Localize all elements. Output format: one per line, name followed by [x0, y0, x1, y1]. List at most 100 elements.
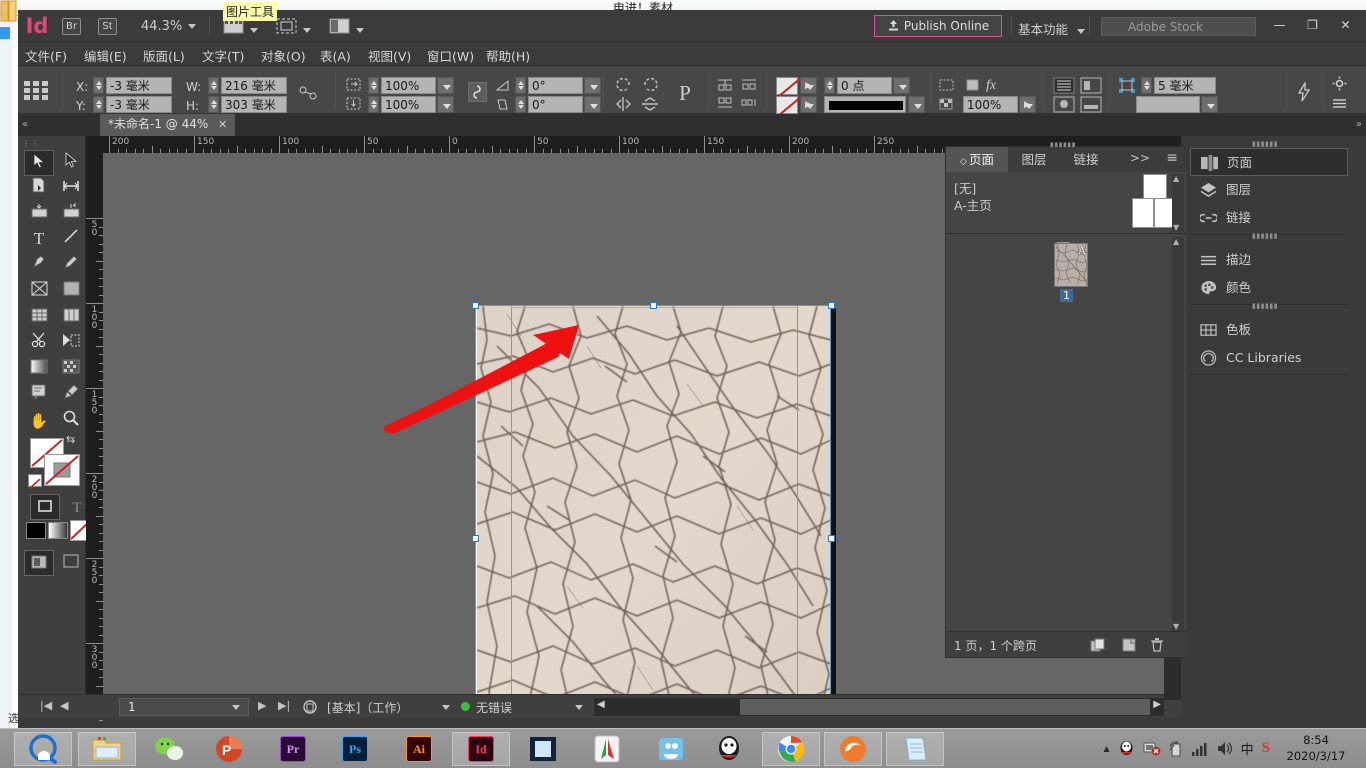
menu-file[interactable]: 文件(F) [25, 46, 67, 65]
default-fill-stroke-icon[interactable] [28, 474, 42, 487]
y-field[interactable]: -3 毫米 [106, 96, 172, 113]
handle-top-left[interactable] [472, 302, 479, 309]
handle-top-right[interactable] [828, 302, 835, 309]
taskbar-illustrator-app[interactable]: Ai [390, 732, 448, 766]
scale-x-field[interactable]: 100% [381, 77, 436, 94]
flip-vertical-icon[interactable] [641, 96, 659, 112]
gap-tool[interactable] [56, 175, 86, 201]
free-transform-tool[interactable] [24, 304, 54, 330]
error-status-chevron-down-icon[interactable] [575, 705, 583, 710]
taskbar-qq-app[interactable] [700, 732, 758, 766]
rotate-cw-90-icon[interactable] [641, 77, 659, 94]
formatting-affects-container-button[interactable] [30, 494, 60, 520]
menu-help[interactable]: 帮助(H) [486, 46, 530, 65]
dock-item-links[interactable]: 链接 [1190, 204, 1348, 232]
page-tool[interactable] [24, 175, 54, 201]
transparency-icon[interactable] [938, 97, 956, 111]
handle-top-center[interactable] [650, 302, 657, 309]
shear-field[interactable]: 0° [528, 96, 583, 113]
page-thumbnail[interactable]: A [1054, 243, 1088, 287]
hand-tool[interactable]: ✋ [24, 408, 54, 434]
fill-color-swatch[interactable] [776, 77, 798, 95]
rectangle-frame-tool[interactable] [24, 278, 54, 304]
text-vertical-center-icon[interactable] [1053, 96, 1075, 113]
eyedropper-tool[interactable] [56, 382, 86, 408]
horizontal-scrollbar-thumb[interactable] [740, 699, 1150, 715]
rotate-ccw-90-icon[interactable] [615, 77, 633, 94]
opacity-field[interactable]: 100% [963, 96, 1018, 113]
arrange-chevron-down-icon[interactable] [356, 28, 364, 33]
distribute-icon[interactable] [740, 96, 758, 110]
align-bottom-icon[interactable] [716, 96, 734, 110]
scale-x-dropdown[interactable] [437, 77, 454, 94]
taskbar-clock[interactable]: 8:54 2020/3/17 [1274, 732, 1358, 764]
next-page-button[interactable]: ▶ [258, 699, 266, 712]
dock-item-swatches[interactable]: 色板 [1190, 316, 1348, 344]
handle-middle-left[interactable] [472, 535, 479, 542]
scale-y-field[interactable]: 100% [381, 96, 436, 113]
gradient-feather-tool[interactable] [56, 330, 86, 356]
dock-item-stroke[interactable]: 描边 [1190, 246, 1348, 274]
pages-panel-collapse-icon[interactable]: >> [1130, 151, 1150, 165]
taskbar-pdf-reader-app[interactable] [578, 732, 636, 766]
w-stepper[interactable] [208, 77, 219, 94]
taskbar-photoshop-app[interactable]: Ps [326, 732, 384, 766]
rotate-tool[interactable] [56, 304, 86, 330]
normal-view-mode-button[interactable] [24, 550, 54, 576]
view-chevron-down-icon[interactable] [250, 28, 258, 33]
corner-radius-field[interactable]: 5 毫米 [1154, 77, 1216, 94]
horizontal-scrollbar[interactable]: ◀ ▶ [594, 698, 1164, 716]
last-page-button[interactable]: ▶| [278, 699, 290, 712]
content-placer-tool[interactable] [56, 200, 86, 226]
taskbar-wechat-app[interactable] [140, 732, 198, 766]
h-field[interactable]: 303 毫米 [221, 96, 287, 113]
rotation-stepper[interactable] [515, 77, 526, 94]
dock-collapse-toggle[interactable]: » [1356, 119, 1362, 130]
tray-signal-icon[interactable] [1191, 742, 1208, 756]
menu-type[interactable]: 文字(T) [202, 46, 244, 65]
new-page-icon[interactable] [1122, 638, 1136, 652]
opacity-dropdown[interactable]: ▶ [1019, 96, 1036, 113]
publish-online-button[interactable]: Publish Online [874, 15, 1002, 37]
apply-gradient-button[interactable] [48, 522, 68, 539]
shear-stepper[interactable] [515, 96, 526, 113]
constrain-proportions-wh-icon[interactable] [299, 86, 317, 100]
minimize-button[interactable]: — [1263, 14, 1296, 36]
x-stepper[interactable] [93, 77, 104, 94]
taskbar-file-explorer-app[interactable] [78, 732, 136, 766]
corner-shape-dropdown[interactable] [1201, 96, 1218, 113]
rotation-dropdown[interactable] [584, 77, 601, 94]
pencil-tool[interactable] [56, 252, 86, 278]
taskbar-indesign-app[interactable]: Id [452, 732, 510, 766]
tab-links[interactable]: 链接 [1060, 147, 1112, 172]
zoom-chevron-down-icon[interactable] [188, 24, 196, 29]
dock-group-2-grabber[interactable]: ▮▮▮▮▮▮ [1252, 232, 1278, 240]
note-tool[interactable] [24, 382, 54, 408]
menu-object[interactable]: 对象(O) [261, 46, 306, 65]
type-tool[interactable]: T [24, 226, 54, 252]
menu-table[interactable]: 表(A) [320, 46, 351, 65]
preview-mode-button[interactable] [56, 550, 86, 576]
handle-middle-right[interactable] [828, 535, 835, 542]
menu-window[interactable]: 窗口(W) [427, 46, 474, 65]
text-frame-cols-icon[interactable] [1053, 77, 1075, 94]
gradient-tool[interactable] [56, 356, 86, 382]
x-field[interactable]: -3 毫米 [106, 77, 172, 94]
stroke-weight-field[interactable]: 0 点 [837, 77, 892, 94]
tab-pages[interactable]: ◇页面 [946, 147, 1008, 172]
tools-collapse-toggle[interactable]: « [22, 119, 28, 130]
dock-item-cc-libraries[interactable]: CC Libraries [1190, 344, 1348, 372]
tools-grabber[interactable]: ⋮⋮ [22, 139, 40, 148]
dock-group-3-grabber[interactable]: ▮▮▮▮▮▮ [1252, 302, 1278, 310]
zoom-tool[interactable] [56, 408, 86, 434]
dock-group-1-grabber[interactable]: ▮▮▮▮▮▮ [1252, 140, 1278, 148]
page-number-select[interactable]: 1 [119, 698, 249, 716]
corner-shape-field[interactable] [1136, 96, 1200, 113]
preflight-profile-label[interactable]: [基本]（工作） [327, 699, 408, 716]
taskbar-browser-app[interactable] [642, 732, 700, 766]
text-wrap-icon[interactable] [938, 78, 956, 92]
screen-mode-button[interactable] [276, 17, 311, 35]
stroke-swatch[interactable] [44, 454, 80, 486]
text-frame-split-icon[interactable] [1080, 77, 1102, 94]
dock-item-color[interactable]: 颜色 [1190, 274, 1348, 302]
